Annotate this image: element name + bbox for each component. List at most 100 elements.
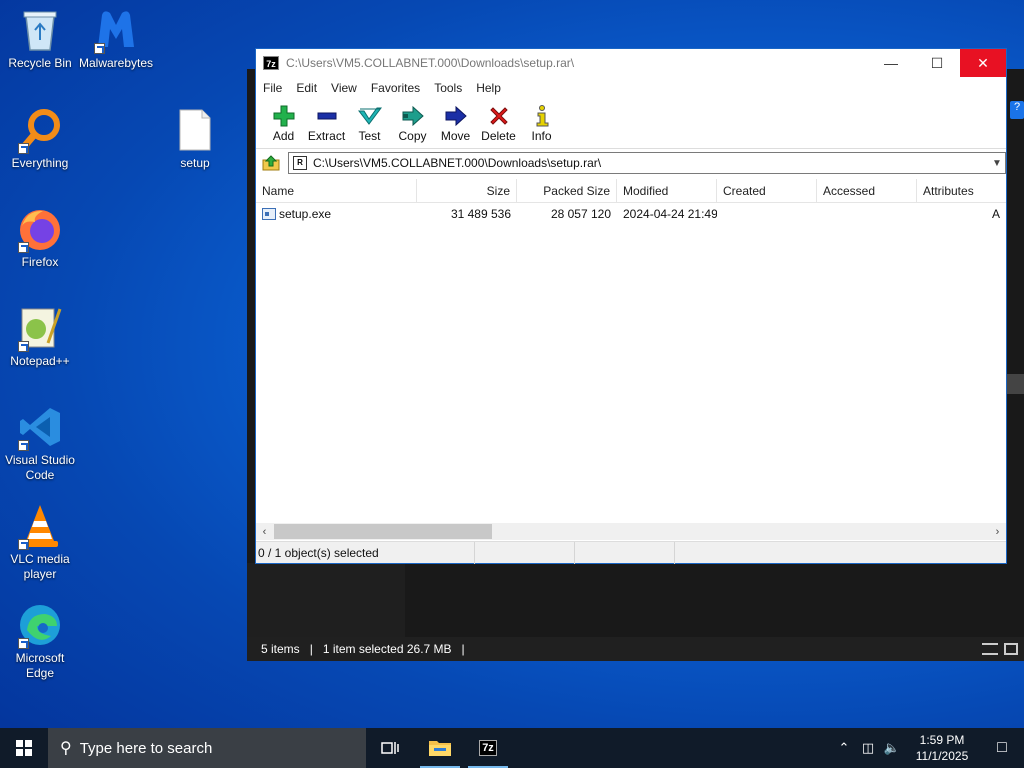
- file-explorer-taskbar-button[interactable]: [416, 728, 464, 768]
- extract-label: Extract: [307, 129, 346, 143]
- desktop-icon-label: Malwarebytes: [78, 56, 154, 70]
- scroll-left-icon[interactable]: ‹: [256, 526, 273, 538]
- horizontal-scrollbar[interactable]: ‹ ›: [256, 523, 1006, 540]
- desktop-icon-vscode[interactable]: Visual Studio Code: [0, 403, 80, 483]
- desktop-icon-label: Microsoft Edge: [15, 651, 65, 680]
- minimize-button[interactable]: —: [868, 49, 914, 77]
- extract-icon: [317, 112, 336, 120]
- desktop-icon-label: Visual Studio Code: [5, 453, 75, 482]
- file-attributes: A: [991, 207, 1000, 221]
- taskbar: ⚲ Type here to search 7z ⌃ ◫ 🔈 1:59 PM 1…: [0, 728, 1024, 768]
- task-view-button[interactable]: [366, 728, 414, 768]
- search-placeholder: Type here to search: [79, 739, 213, 757]
- vscode-icon: [16, 403, 64, 451]
- status-cell: [475, 541, 575, 564]
- menu-favorites[interactable]: Favorites: [368, 81, 423, 95]
- path-text[interactable]: C:\Users\VM5.COLLABNET.000\Downloads\set…: [313, 156, 989, 170]
- shortcut-arrow-icon: [94, 43, 105, 54]
- status-separator: |: [309, 642, 313, 656]
- desktop-icon-malwarebytes[interactable]: Malwarebytes: [76, 6, 156, 71]
- volume-muted-icon[interactable]: 🔈: [880, 740, 904, 756]
- help-icon[interactable]: ?: [1010, 101, 1024, 119]
- scroll-thumb[interactable]: [274, 524, 492, 539]
- menu-bar: File Edit View Favorites Tools Help: [256, 77, 1006, 99]
- desktop-icon-recycle-bin[interactable]: Recycle Bin: [0, 6, 80, 71]
- desktop-icon-vlc[interactable]: VLC media player: [0, 502, 80, 582]
- desktop-icon-firefox[interactable]: Firefox: [0, 205, 80, 270]
- list-header: Name Size Packed Size Modified Created A…: [256, 179, 1006, 203]
- desktop-icon-label: Recycle Bin: [8, 56, 72, 70]
- window-title: C:\Users\VM5.COLLABNET.000\Downloads\set…: [286, 56, 575, 70]
- copy-button[interactable]: Copy: [391, 99, 434, 143]
- column-created[interactable]: Created: [717, 179, 817, 203]
- desktop-icon-setup[interactable]: setup: [155, 106, 235, 171]
- menu-edit[interactable]: Edit: [293, 81, 320, 95]
- title-bar[interactable]: 7z C:\Users\VM5.COLLABNET.000\Downloads\…: [256, 49, 1006, 77]
- test-label: Test: [358, 129, 381, 143]
- desktop-icon-everything[interactable]: Everything: [0, 106, 80, 171]
- add-button[interactable]: Add: [262, 99, 305, 143]
- tiles-view-icon[interactable]: [1004, 643, 1018, 655]
- status-bar: 0 / 1 object(s) selected: [256, 541, 1006, 564]
- notepadpp-icon: [16, 304, 64, 352]
- shortcut-arrow-icon: [18, 539, 29, 550]
- toolbar: Add Extract Test Copy Move Delete Info: [256, 99, 1006, 149]
- delete-button[interactable]: Delete: [477, 99, 520, 143]
- maximize-button[interactable]: ☐: [914, 49, 960, 77]
- move-label: Move: [440, 129, 471, 143]
- details-view-icon[interactable]: [982, 643, 998, 655]
- file-packed-size: 28 057 120: [550, 207, 611, 221]
- clock-date: 11/1/2025: [915, 749, 969, 763]
- column-attributes[interactable]: Attributes: [917, 179, 1006, 203]
- test-button[interactable]: Test: [348, 99, 391, 143]
- everything-icon: [16, 106, 64, 154]
- folder-icon: [429, 741, 451, 756]
- chevron-up-icon[interactable]: ⌃: [832, 740, 856, 756]
- status-cell: [675, 542, 775, 564]
- 7zip-taskbar-button[interactable]: 7z: [464, 728, 512, 768]
- menu-file[interactable]: File: [260, 81, 285, 95]
- background-status-bar: 5 items | 1 item selected 26.7 MB |: [247, 637, 1024, 661]
- extract-button[interactable]: Extract: [305, 99, 348, 143]
- file-accessed: [817, 204, 917, 224]
- info-icon: [536, 105, 548, 127]
- start-button[interactable]: [0, 728, 48, 768]
- close-button[interactable]: ✕: [960, 49, 1006, 77]
- add-icon: [273, 105, 294, 127]
- firefox-icon: [16, 205, 64, 253]
- column-modified[interactable]: Modified: [617, 179, 717, 203]
- file-size: 31 489 536: [450, 207, 511, 221]
- clock[interactable]: 1:59 PM 11/1/2025: [910, 732, 974, 764]
- file-row[interactable]: setup.exe 31 489 536 28 057 120 2024-04-…: [256, 204, 1006, 224]
- desktop-icon-notepadpp[interactable]: Notepad++: [0, 304, 80, 369]
- chevron-down-icon[interactable]: ▼: [989, 158, 1005, 169]
- copy-label: Copy: [398, 129, 427, 143]
- menu-help[interactable]: Help: [473, 81, 504, 95]
- column-name[interactable]: Name: [256, 179, 417, 203]
- scroll-right-icon[interactable]: ›: [989, 526, 1006, 538]
- file-modified: 2024-04-24 21:49: [623, 207, 717, 221]
- desktop-icon-edge[interactable]: Microsoft Edge: [0, 601, 80, 681]
- taskbar-search-box[interactable]: ⚲ Type here to search: [48, 728, 366, 768]
- network-icon[interactable]: ◫: [856, 740, 880, 756]
- 7zip-window[interactable]: 7z C:\Users\VM5.COLLABNET.000\Downloads\…: [255, 48, 1007, 564]
- file-name-cell: setup.exe: [256, 204, 417, 224]
- file-name: setup.exe: [279, 207, 332, 221]
- archive-icon: R: [293, 156, 307, 170]
- delete-label: Delete: [481, 129, 516, 143]
- menu-tools[interactable]: Tools: [431, 81, 465, 95]
- search-icon: ⚲: [60, 740, 72, 757]
- task-view-icon: [381, 742, 399, 754]
- 7zip-app-icon: 7z: [263, 56, 279, 70]
- path-combobox[interactable]: R C:\Users\VM5.COLLABNET.000\Downloads\s…: [288, 152, 1006, 174]
- menu-view[interactable]: View: [328, 81, 360, 95]
- edge-icon: [16, 601, 64, 649]
- notification-center-icon[interactable]: □: [980, 728, 1024, 768]
- up-folder-button[interactable]: [260, 153, 282, 173]
- info-button[interactable]: Info: [520, 99, 563, 143]
- column-accessed[interactable]: Accessed: [817, 179, 917, 203]
- move-button[interactable]: Move: [434, 99, 477, 143]
- column-size[interactable]: Size: [417, 179, 517, 203]
- column-packed-size[interactable]: Packed Size: [517, 179, 617, 203]
- background-scroll-thumb[interactable]: [1006, 374, 1024, 394]
